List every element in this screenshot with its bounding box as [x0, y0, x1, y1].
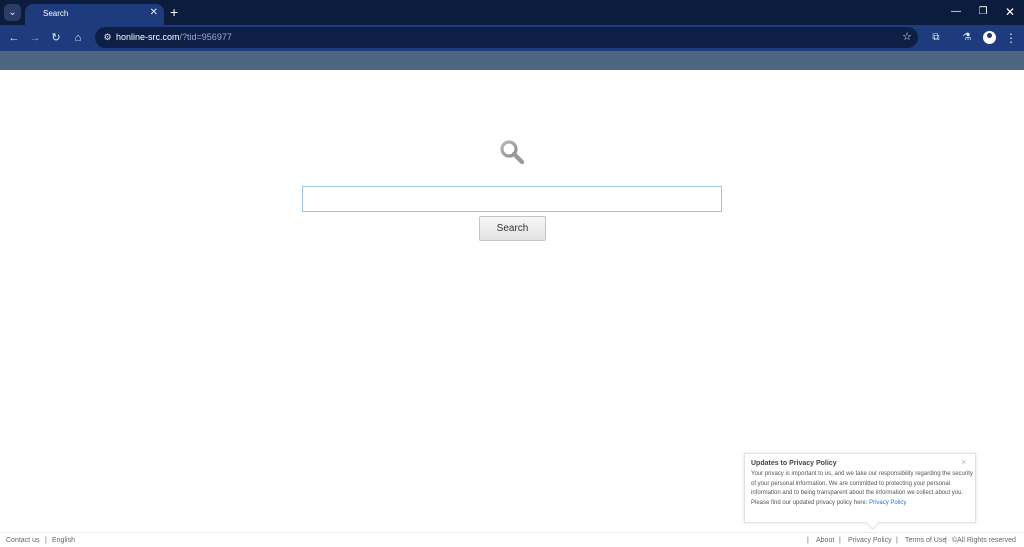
- language-link[interactable]: English: [52, 537, 75, 544]
- popup-text: Your privacy is important to us, and we …: [751, 471, 973, 506]
- close-icon[interactable]: ×: [961, 457, 966, 467]
- privacy-popup: Updates to Privacy Policy × Your privacy…: [744, 453, 976, 523]
- copyright-text: ©All Rights reserved: [952, 537, 1016, 544]
- browser-toolbar: ← → ↻ ⌂ ⚙ honline-src.com/?tid=956977 ☆ …: [0, 25, 1024, 51]
- tune-icon[interactable]: ⚙: [100, 30, 115, 45]
- address-bar[interactable]: ⚙ honline-src.com/?tid=956977 ☆: [95, 27, 918, 48]
- contact-link[interactable]: Contact us: [6, 537, 39, 544]
- url-text[interactable]: honline-src.com/?tid=956977: [116, 32, 232, 42]
- tab-close-icon[interactable]: ✕: [150, 7, 158, 19]
- search-button[interactable]: Search: [479, 216, 546, 241]
- kebab-menu-icon[interactable]: ⋮: [1003, 30, 1019, 46]
- privacy-link[interactable]: Privacy Policy: [848, 537, 892, 544]
- magnifier-icon: [500, 140, 525, 165]
- restore-icon[interactable]: ❐: [976, 5, 990, 19]
- search-input[interactable]: [302, 186, 722, 212]
- flask-icon[interactable]: ⚗: [959, 30, 975, 46]
- footer: Contact us | English | About | Privacy P…: [0, 532, 1024, 547]
- popup-title: Updates to Privacy Policy: [751, 460, 837, 467]
- back-icon[interactable]: ←: [6, 30, 22, 46]
- footer-separator: |: [807, 537, 809, 544]
- tab-search-button[interactable]: ⌄: [4, 4, 21, 21]
- avatar-icon[interactable]: [983, 31, 996, 44]
- home-icon[interactable]: ⌂: [70, 30, 86, 46]
- footer-separator: |: [45, 537, 47, 544]
- star-icon[interactable]: ☆: [902, 30, 912, 45]
- footer-separator: |: [839, 537, 841, 544]
- about-link[interactable]: About: [816, 537, 834, 544]
- privacy-policy-link[interactable]: Privacy Policy: [869, 500, 906, 506]
- terms-link[interactable]: Terms of Use: [905, 537, 946, 544]
- top-banner: [0, 51, 1024, 70]
- url-host: honline-src.com: [116, 32, 180, 42]
- tab-title: Search: [43, 9, 69, 18]
- footer-separator: |: [945, 537, 947, 544]
- close-window-icon[interactable]: ✕: [1003, 5, 1017, 19]
- new-tab-icon[interactable]: +: [170, 5, 178, 19]
- tab-strip: ⌄ Search ✕ + — ❐ ✕: [0, 0, 1024, 25]
- forward-icon[interactable]: →: [27, 30, 43, 46]
- reload-icon[interactable]: ↻: [48, 30, 64, 46]
- tab-active[interactable]: Search ✕: [25, 4, 164, 25]
- url-path: /?tid=956977: [179, 32, 232, 42]
- chevron-down-icon: ⌄: [8, 7, 17, 18]
- puzzle-icon[interactable]: ⧉: [928, 30, 944, 46]
- minimize-icon[interactable]: —: [949, 5, 963, 19]
- footer-separator: |: [896, 537, 898, 544]
- popup-body: Your privacy is important to us, and we …: [751, 470, 973, 508]
